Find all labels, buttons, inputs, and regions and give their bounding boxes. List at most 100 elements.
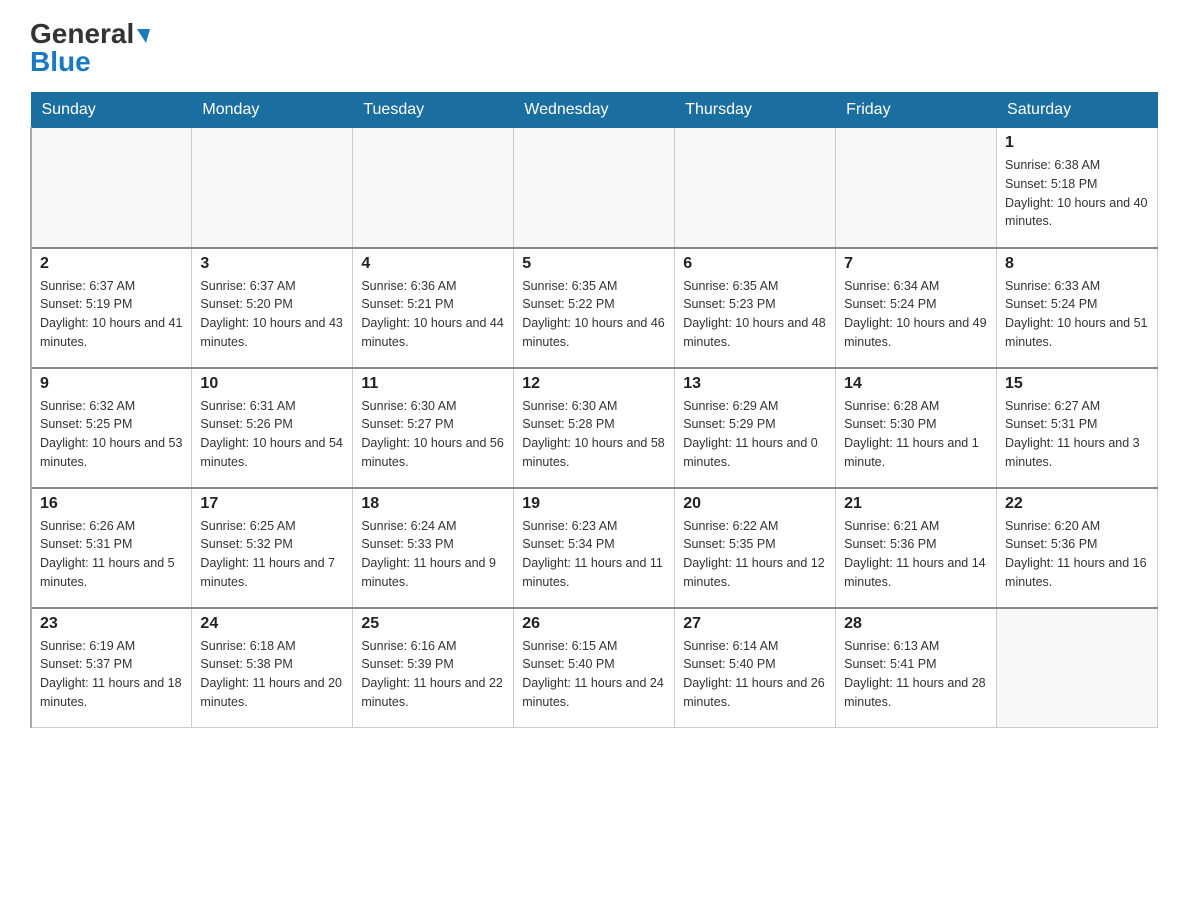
day-info: Sunrise: 6:18 AM Sunset: 5:38 PM Dayligh… bbox=[200, 637, 344, 712]
calendar-cell bbox=[192, 128, 353, 248]
calendar-cell: 24 Sunrise: 6:18 AM Sunset: 5:38 PM Dayli… bbox=[192, 608, 353, 728]
calendar-cell bbox=[514, 128, 675, 248]
calendar-cell: 2 Sunrise: 6:37 AM Sunset: 5:19 PM Daylig… bbox=[31, 248, 192, 368]
calendar-cell: 10 Sunrise: 6:31 AM Sunset: 5:26 PM Dayli… bbox=[192, 368, 353, 488]
day-number: 17 bbox=[200, 495, 344, 513]
day-info: Sunrise: 6:30 AM Sunset: 5:27 PM Dayligh… bbox=[361, 397, 505, 472]
day-number: 23 bbox=[40, 615, 183, 633]
calendar-cell: 12Sunrise: 6:30 AM Sunset: 5:28 PM Dayli… bbox=[514, 368, 675, 488]
day-info: Sunrise: 6:26 AM Sunset: 5:31 PM Dayligh… bbox=[40, 517, 183, 592]
calendar-week-row: 1 Sunrise: 6:38 AM Sunset: 5:18 PM Daylig… bbox=[31, 128, 1158, 248]
day-header-wednesday: Wednesday bbox=[514, 93, 675, 128]
day-info: Sunrise: 6:27 AM Sunset: 5:31 PM Dayligh… bbox=[1005, 397, 1149, 472]
day-info: Sunrise: 6:35 AM Sunset: 5:22 PM Dayligh… bbox=[522, 277, 666, 352]
calendar-cell: 20Sunrise: 6:22 AM Sunset: 5:35 PM Dayli… bbox=[675, 488, 836, 608]
calendar-cell: 22 Sunrise: 6:20 AM Sunset: 5:36 PM Dayli… bbox=[997, 488, 1158, 608]
calendar-cell: 14 Sunrise: 6:28 AM Sunset: 5:30 PM Dayli… bbox=[836, 368, 997, 488]
calendar-cell: 6 Sunrise: 6:35 AM Sunset: 5:23 PM Daylig… bbox=[675, 248, 836, 368]
logo: General Blue bbox=[30, 20, 150, 76]
day-number: 15 bbox=[1005, 375, 1149, 393]
day-info: Sunrise: 6:33 AM Sunset: 5:24 PM Dayligh… bbox=[1005, 277, 1149, 352]
day-header-monday: Monday bbox=[192, 93, 353, 128]
calendar-cell: 19 Sunrise: 6:23 AM Sunset: 5:34 PM Dayli… bbox=[514, 488, 675, 608]
day-number: 13 bbox=[683, 375, 827, 393]
day-number: 22 bbox=[1005, 495, 1149, 513]
calendar-table: SundayMondayTuesdayWednesdayThursdayFrid… bbox=[30, 92, 1158, 728]
day-number: 14 bbox=[844, 375, 988, 393]
calendar-week-row: 2 Sunrise: 6:37 AM Sunset: 5:19 PM Daylig… bbox=[31, 248, 1158, 368]
calendar-week-row: 9 Sunrise: 6:32 AM Sunset: 5:25 PM Daylig… bbox=[31, 368, 1158, 488]
day-info: Sunrise: 6:37 AM Sunset: 5:19 PM Dayligh… bbox=[40, 277, 183, 352]
day-info: Sunrise: 6:36 AM Sunset: 5:21 PM Dayligh… bbox=[361, 277, 505, 352]
day-number: 24 bbox=[200, 615, 344, 633]
calendar-cell: 15 Sunrise: 6:27 AM Sunset: 5:31 PM Dayli… bbox=[997, 368, 1158, 488]
day-header-tuesday: Tuesday bbox=[353, 93, 514, 128]
calendar-cell bbox=[997, 608, 1158, 728]
day-number: 27 bbox=[683, 615, 827, 633]
calendar-cell: 13 Sunrise: 6:29 AM Sunset: 5:29 PM Dayli… bbox=[675, 368, 836, 488]
day-number: 3 bbox=[200, 255, 344, 273]
calendar-cell: 17 Sunrise: 6:25 AM Sunset: 5:32 PM Dayli… bbox=[192, 488, 353, 608]
day-number: 25 bbox=[361, 615, 505, 633]
day-info: Sunrise: 6:29 AM Sunset: 5:29 PM Dayligh… bbox=[683, 397, 827, 472]
calendar-cell: 11Sunrise: 6:30 AM Sunset: 5:27 PM Dayli… bbox=[353, 368, 514, 488]
day-info: Sunrise: 6:16 AM Sunset: 5:39 PM Dayligh… bbox=[361, 637, 505, 712]
day-info: Sunrise: 6:20 AM Sunset: 5:36 PM Dayligh… bbox=[1005, 517, 1149, 592]
day-number: 4 bbox=[361, 255, 505, 273]
calendar-cell bbox=[31, 128, 192, 248]
calendar-cell: 8 Sunrise: 6:33 AM Sunset: 5:24 PM Daylig… bbox=[997, 248, 1158, 368]
day-number: 6 bbox=[683, 255, 827, 273]
day-info: Sunrise: 6:38 AM Sunset: 5:18 PM Dayligh… bbox=[1005, 156, 1149, 231]
calendar-cell bbox=[353, 128, 514, 248]
calendar-cell: 1 Sunrise: 6:38 AM Sunset: 5:18 PM Daylig… bbox=[997, 128, 1158, 248]
day-info: Sunrise: 6:21 AM Sunset: 5:36 PM Dayligh… bbox=[844, 517, 988, 592]
day-info: Sunrise: 6:34 AM Sunset: 5:24 PM Dayligh… bbox=[844, 277, 988, 352]
day-info: Sunrise: 6:28 AM Sunset: 5:30 PM Dayligh… bbox=[844, 397, 988, 472]
day-info: Sunrise: 6:35 AM Sunset: 5:23 PM Dayligh… bbox=[683, 277, 827, 352]
day-info: Sunrise: 6:19 AM Sunset: 5:37 PM Dayligh… bbox=[40, 637, 183, 712]
calendar-cell: 23 Sunrise: 6:19 AM Sunset: 5:37 PM Dayli… bbox=[31, 608, 192, 728]
day-info: Sunrise: 6:15 AM Sunset: 5:40 PM Dayligh… bbox=[522, 637, 666, 712]
day-info: Sunrise: 6:30 AM Sunset: 5:28 PM Dayligh… bbox=[522, 397, 666, 472]
day-number: 8 bbox=[1005, 255, 1149, 273]
calendar-week-row: 23 Sunrise: 6:19 AM Sunset: 5:37 PM Dayli… bbox=[31, 608, 1158, 728]
day-info: Sunrise: 6:14 AM Sunset: 5:40 PM Dayligh… bbox=[683, 637, 827, 712]
day-number: 9 bbox=[40, 375, 183, 393]
calendar-cell bbox=[675, 128, 836, 248]
day-info: Sunrise: 6:24 AM Sunset: 5:33 PM Dayligh… bbox=[361, 517, 505, 592]
day-number: 1 bbox=[1005, 134, 1149, 152]
day-number: 2 bbox=[40, 255, 183, 273]
logo-blue-text: Blue bbox=[30, 48, 91, 76]
day-info: Sunrise: 6:31 AM Sunset: 5:26 PM Dayligh… bbox=[200, 397, 344, 472]
calendar-cell: 21 Sunrise: 6:21 AM Sunset: 5:36 PM Dayli… bbox=[836, 488, 997, 608]
calendar-cell: 18 Sunrise: 6:24 AM Sunset: 5:33 PM Dayli… bbox=[353, 488, 514, 608]
logo-general-text: General bbox=[30, 20, 150, 48]
day-info: Sunrise: 6:32 AM Sunset: 5:25 PM Dayligh… bbox=[40, 397, 183, 472]
day-number: 7 bbox=[844, 255, 988, 273]
calendar-cell: 27 Sunrise: 6:14 AM Sunset: 5:40 PM Dayli… bbox=[675, 608, 836, 728]
day-info: Sunrise: 6:25 AM Sunset: 5:32 PM Dayligh… bbox=[200, 517, 344, 592]
day-info: Sunrise: 6:23 AM Sunset: 5:34 PM Dayligh… bbox=[522, 517, 666, 592]
day-number: 20 bbox=[683, 495, 827, 513]
calendar-cell: 25 Sunrise: 6:16 AM Sunset: 5:39 PM Dayli… bbox=[353, 608, 514, 728]
calendar-cell: 26Sunrise: 6:15 AM Sunset: 5:40 PM Dayli… bbox=[514, 608, 675, 728]
day-info: Sunrise: 6:13 AM Sunset: 5:41 PM Dayligh… bbox=[844, 637, 988, 712]
day-number: 5 bbox=[522, 255, 666, 273]
day-number: 18 bbox=[361, 495, 505, 513]
calendar-cell: 28Sunrise: 6:13 AM Sunset: 5:41 PM Dayli… bbox=[836, 608, 997, 728]
day-number: 10 bbox=[200, 375, 344, 393]
calendar-cell: 7 Sunrise: 6:34 AM Sunset: 5:24 PM Daylig… bbox=[836, 248, 997, 368]
calendar-cell: 9 Sunrise: 6:32 AM Sunset: 5:25 PM Daylig… bbox=[31, 368, 192, 488]
day-number: 19 bbox=[522, 495, 666, 513]
calendar-cell: 4 Sunrise: 6:36 AM Sunset: 5:21 PM Daylig… bbox=[353, 248, 514, 368]
calendar-week-row: 16Sunrise: 6:26 AM Sunset: 5:31 PM Dayli… bbox=[31, 488, 1158, 608]
calendar-cell: 5 Sunrise: 6:35 AM Sunset: 5:22 PM Daylig… bbox=[514, 248, 675, 368]
calendar-cell: 3 Sunrise: 6:37 AM Sunset: 5:20 PM Daylig… bbox=[192, 248, 353, 368]
header-row: SundayMondayTuesdayWednesdayThursdayFrid… bbox=[31, 93, 1158, 128]
calendar-cell bbox=[836, 128, 997, 248]
day-number: 21 bbox=[844, 495, 988, 513]
day-info: Sunrise: 6:37 AM Sunset: 5:20 PM Dayligh… bbox=[200, 277, 344, 352]
page-header: General Blue bbox=[30, 20, 1158, 76]
day-header-sunday: Sunday bbox=[31, 93, 192, 128]
day-header-thursday: Thursday bbox=[675, 93, 836, 128]
